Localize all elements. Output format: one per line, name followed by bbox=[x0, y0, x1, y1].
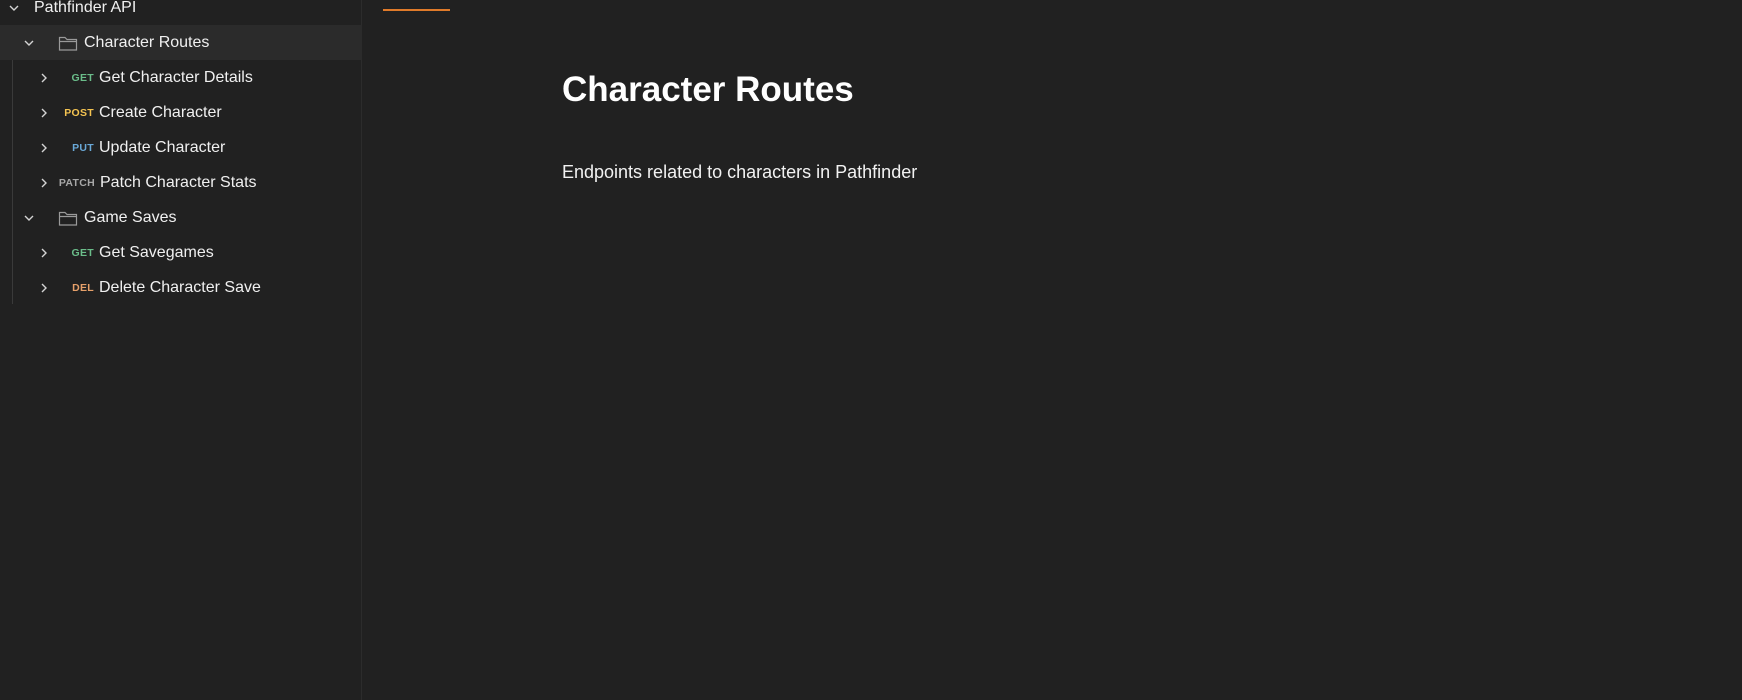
chevron-down-icon[interactable] bbox=[6, 0, 22, 16]
request-item-create-character[interactable]: POST Create Character bbox=[0, 95, 362, 130]
folder-item-game-saves[interactable]: Game Saves bbox=[0, 200, 362, 235]
folder-icon bbox=[58, 209, 78, 227]
folder-label: Character Routes bbox=[84, 33, 210, 51]
chevron-right-icon[interactable] bbox=[36, 140, 52, 156]
method-badge: PATCH bbox=[58, 176, 95, 189]
request-item-get-savegames[interactable]: GET Get Savegames bbox=[0, 235, 362, 270]
active-tab-indicator bbox=[383, 9, 450, 11]
method-badge: POST bbox=[64, 106, 94, 119]
request-label: Create Character bbox=[99, 103, 222, 121]
request-label: Update Character bbox=[99, 138, 226, 156]
documentation-pane: Character Routes Endpoints related to ch… bbox=[363, 0, 1742, 700]
chevron-right-icon[interactable] bbox=[36, 245, 52, 261]
page-title: Character Routes bbox=[562, 70, 854, 109]
chevron-right-icon[interactable] bbox=[36, 105, 52, 121]
folder-item-character-routes[interactable]: Character Routes bbox=[0, 25, 362, 60]
app-window: Pathfinder API Character Routes GET Get … bbox=[0, 0, 1742, 700]
chevron-down-icon[interactable] bbox=[21, 35, 37, 51]
chevron-right-icon[interactable] bbox=[36, 175, 52, 191]
method-badge: PUT bbox=[72, 141, 94, 154]
chevron-down-icon[interactable] bbox=[21, 210, 37, 226]
request-item-update-character[interactable]: PUT Update Character bbox=[0, 130, 362, 165]
method-badge: GET bbox=[71, 71, 94, 84]
chevron-right-icon[interactable] bbox=[36, 70, 52, 86]
request-item-patch-character-stats[interactable]: PATCH Patch Character Stats bbox=[0, 165, 362, 200]
request-label: Get Character Details bbox=[99, 68, 253, 86]
collection-label: Pathfinder API bbox=[34, 0, 137, 16]
chevron-right-icon[interactable] bbox=[36, 280, 52, 296]
collection-item-pathfinder-api[interactable]: Pathfinder API bbox=[0, 0, 362, 25]
request-label: Get Savegames bbox=[99, 243, 214, 261]
request-item-get-character-details[interactable]: GET Get Character Details bbox=[0, 60, 362, 95]
method-badge: GET bbox=[71, 246, 94, 259]
folder-label: Game Saves bbox=[84, 208, 177, 226]
request-item-delete-character-save[interactable]: DEL Delete Character Save bbox=[0, 270, 362, 305]
collection-sidebar: Pathfinder API Character Routes GET Get … bbox=[0, 0, 362, 700]
request-label: Delete Character Save bbox=[99, 278, 261, 296]
method-badge: DEL bbox=[72, 281, 94, 294]
request-label: Patch Character Stats bbox=[100, 173, 257, 191]
folder-description: Endpoints related to characters in Pathf… bbox=[562, 162, 918, 182]
folder-icon bbox=[58, 34, 78, 52]
